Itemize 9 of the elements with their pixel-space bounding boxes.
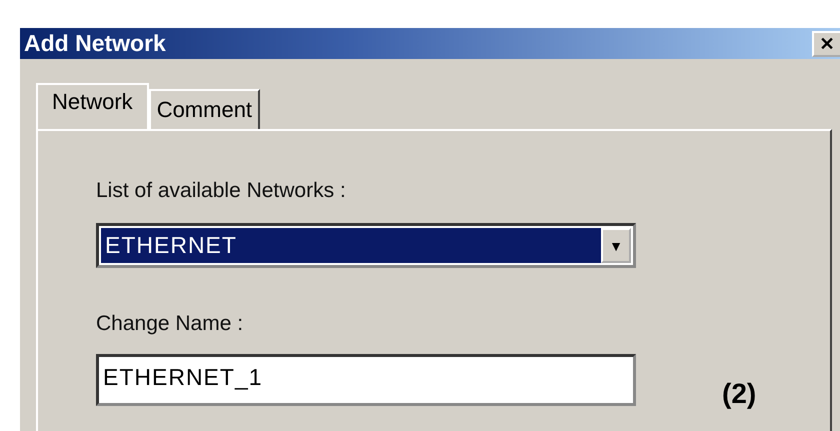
- name-input-field[interactable]: ETHERNET_1: [96, 354, 636, 406]
- close-button[interactable]: ✕: [812, 30, 840, 56]
- field-label: Change Name :: [96, 312, 244, 336]
- field-label: List of available Networks :: [96, 179, 346, 203]
- annotation-label: (2): [722, 378, 756, 410]
- network-dropdown[interactable]: ETHERNET ▼: [96, 223, 636, 268]
- tab[interactable]: Network: [36, 83, 149, 129]
- window-title: Add Network: [23, 30, 166, 57]
- tab[interactable]: Comment: [148, 89, 260, 129]
